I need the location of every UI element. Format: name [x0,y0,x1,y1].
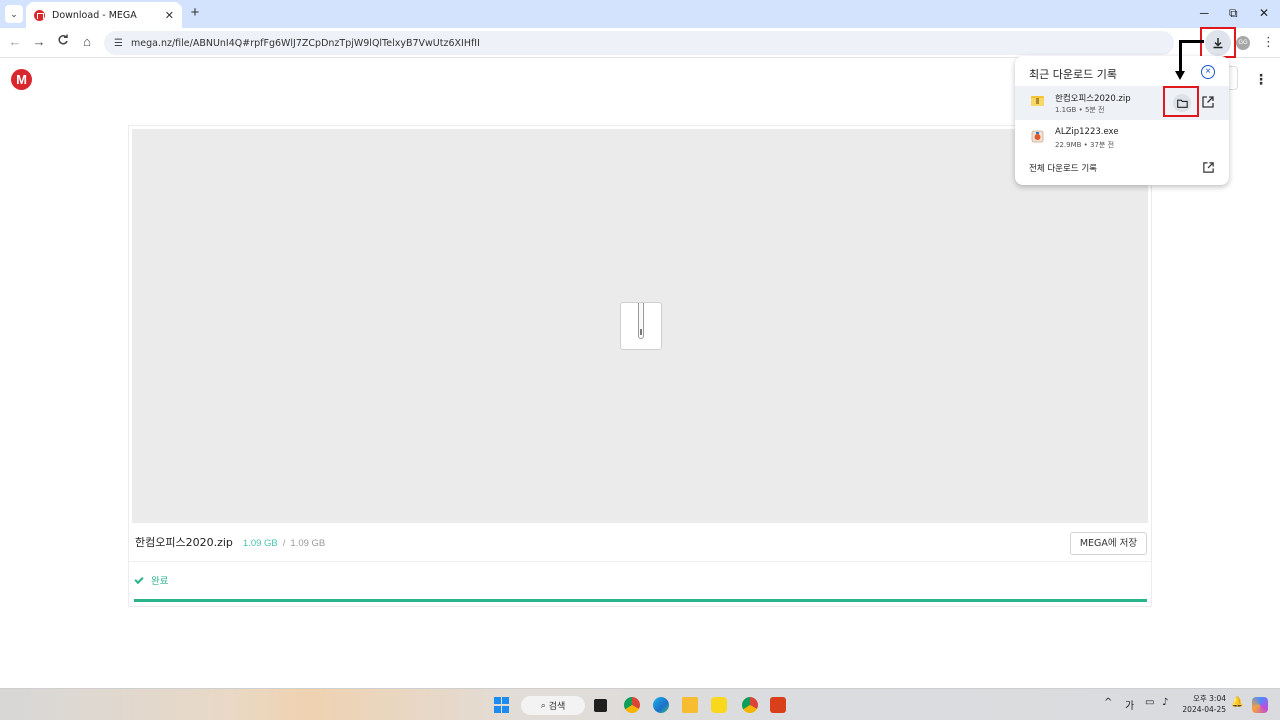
file-preview-area [132,129,1148,523]
total-size: 1.09 GB [290,538,326,549]
taskbar-search[interactable]: ⌕ 검색 [521,696,585,715]
ime-indicator[interactable]: 가 [1125,697,1134,712]
minimize-button[interactable]: ─ [1200,6,1209,20]
new-tab-button[interactable]: + [188,4,202,21]
forward-button[interactable]: → [30,33,48,51]
download-status: 완료 [134,573,169,587]
restore-button[interactable]: ⧉ [1229,6,1238,21]
download-item[interactable]: ALZip1223.exe 22.9MB • 37분 전 [1015,121,1229,155]
folder-zip-icon [1031,96,1044,106]
windows-taskbar: ⌕ 검색 ^ 가 ▭ ♪ 오후 3:04 2024-04-25 🔔 [0,688,1280,720]
progress-fill [134,599,1147,602]
tab-title: Download - MEGA [52,9,137,21]
search-label: 검색 [548,702,566,712]
network-icon[interactable]: ▭ [1145,697,1154,708]
browser-toolbar: ← → ⌂ ☰ mega.nz/file/ABNUnI4Q#rpfFg6WlJ7… [0,28,1280,58]
notification-bell-icon[interactable]: 🔔 [1231,697,1243,708]
downloads-button-highlight [1200,27,1236,58]
check-icon [134,574,144,584]
close-bubble-icon[interactable]: × [1201,65,1215,79]
open-external-icon[interactable] [1202,161,1215,174]
divider [129,561,1151,562]
back-button[interactable]: ← [6,33,24,51]
browser-menu-button[interactable]: ⋮ [1262,34,1275,50]
downloads-bubble-title: 최근 다운로드 기록 [1029,68,1117,81]
open-external-icon[interactable] [1201,95,1215,109]
annotation-arrow [1179,40,1182,72]
site-info-icon[interactable]: ☰ [114,38,123,49]
task-view-icon[interactable] [594,699,607,712]
url-text: mega.nz/file/ABNUnI4Q#rpfFg6WlJ7ZCpDnzTp… [130,37,480,49]
download-progress-bar [134,599,1147,602]
tab-close-icon[interactable]: ✕ [165,9,174,22]
file-info: 한컴오피스2020.zip 1.09 GB / 1.09 GB [135,534,325,550]
annotation-arrow [1179,40,1204,43]
reload-button[interactable] [54,33,72,51]
annotation-arrow-head [1175,71,1185,80]
zip-file-icon [620,302,662,350]
save-to-mega-button[interactable]: MEGA에 저장 [1070,532,1147,555]
status-label: 완료 [151,576,169,587]
windows-start-icon[interactable] [494,697,510,713]
file-name: 한컴오피스2020.zip [135,536,233,549]
all-downloads-link[interactable]: 전체 다운로드 기록 [1029,162,1097,174]
browser-titlebar: ⌄ Download - MEGA ✕ + ─ ⧉ ✕ [0,0,1280,28]
profile-avatar[interactable]: GG [1236,36,1250,50]
tab-list-button[interactable]: ⌄ [5,5,23,23]
downloaded-size: 1.09 GB [242,538,278,549]
file-explorer-icon[interactable] [682,697,698,713]
search-icon: ⌕ [540,700,546,711]
size-separator: / [282,538,286,549]
installer-icon [1031,130,1044,143]
address-bar[interactable]: ☰ mega.nz/file/ABNUnI4Q#rpfFg6WlJ7ZCpDnz… [104,31,1174,55]
home-button[interactable]: ⌂ [78,33,96,51]
page-menu-button[interactable]: ⋮ [1254,71,1268,88]
volume-icon[interactable]: ♪ [1162,697,1168,708]
reload-icon [58,34,68,45]
download-item-name: 한컴오피스2020.zip [1055,94,1131,104]
kakaotalk-icon[interactable] [711,697,727,713]
download-item-name: ALZip1223.exe [1055,127,1119,137]
tab-mega-download[interactable]: Download - MEGA ✕ [26,2,182,28]
clock-time: 오후 3:04 [1192,694,1226,703]
mega-logo[interactable]: M [11,69,32,90]
clock-date: 2024-04-25 [1182,705,1226,714]
chrome-profile-icon[interactable] [742,697,758,713]
show-in-folder-highlight [1163,86,1199,117]
app-icon[interactable] [770,697,786,713]
tray-overflow-icon[interactable]: ^ [1104,697,1112,708]
mega-favicon-icon [34,9,45,21]
close-window-button[interactable]: ✕ [1259,6,1269,20]
edge-icon[interactable] [653,697,669,713]
copilot-icon[interactable] [1252,697,1268,713]
download-item-meta: 22.9MB • 37분 전 [1055,141,1115,149]
chrome-icon[interactable] [624,697,640,713]
file-download-card: 한컴오피스2020.zip 1.09 GB / 1.09 GB MEGA에 저장… [128,125,1152,607]
taskbar-clock[interactable]: 오후 3:04 2024-04-25 [1182,693,1226,715]
downloads-bubble: 최근 다운로드 기록 × 한컴오피스2020.zip 1.1GB • 5분 전 … [1015,56,1229,185]
download-item-meta: 1.1GB • 5분 전 [1055,106,1105,114]
